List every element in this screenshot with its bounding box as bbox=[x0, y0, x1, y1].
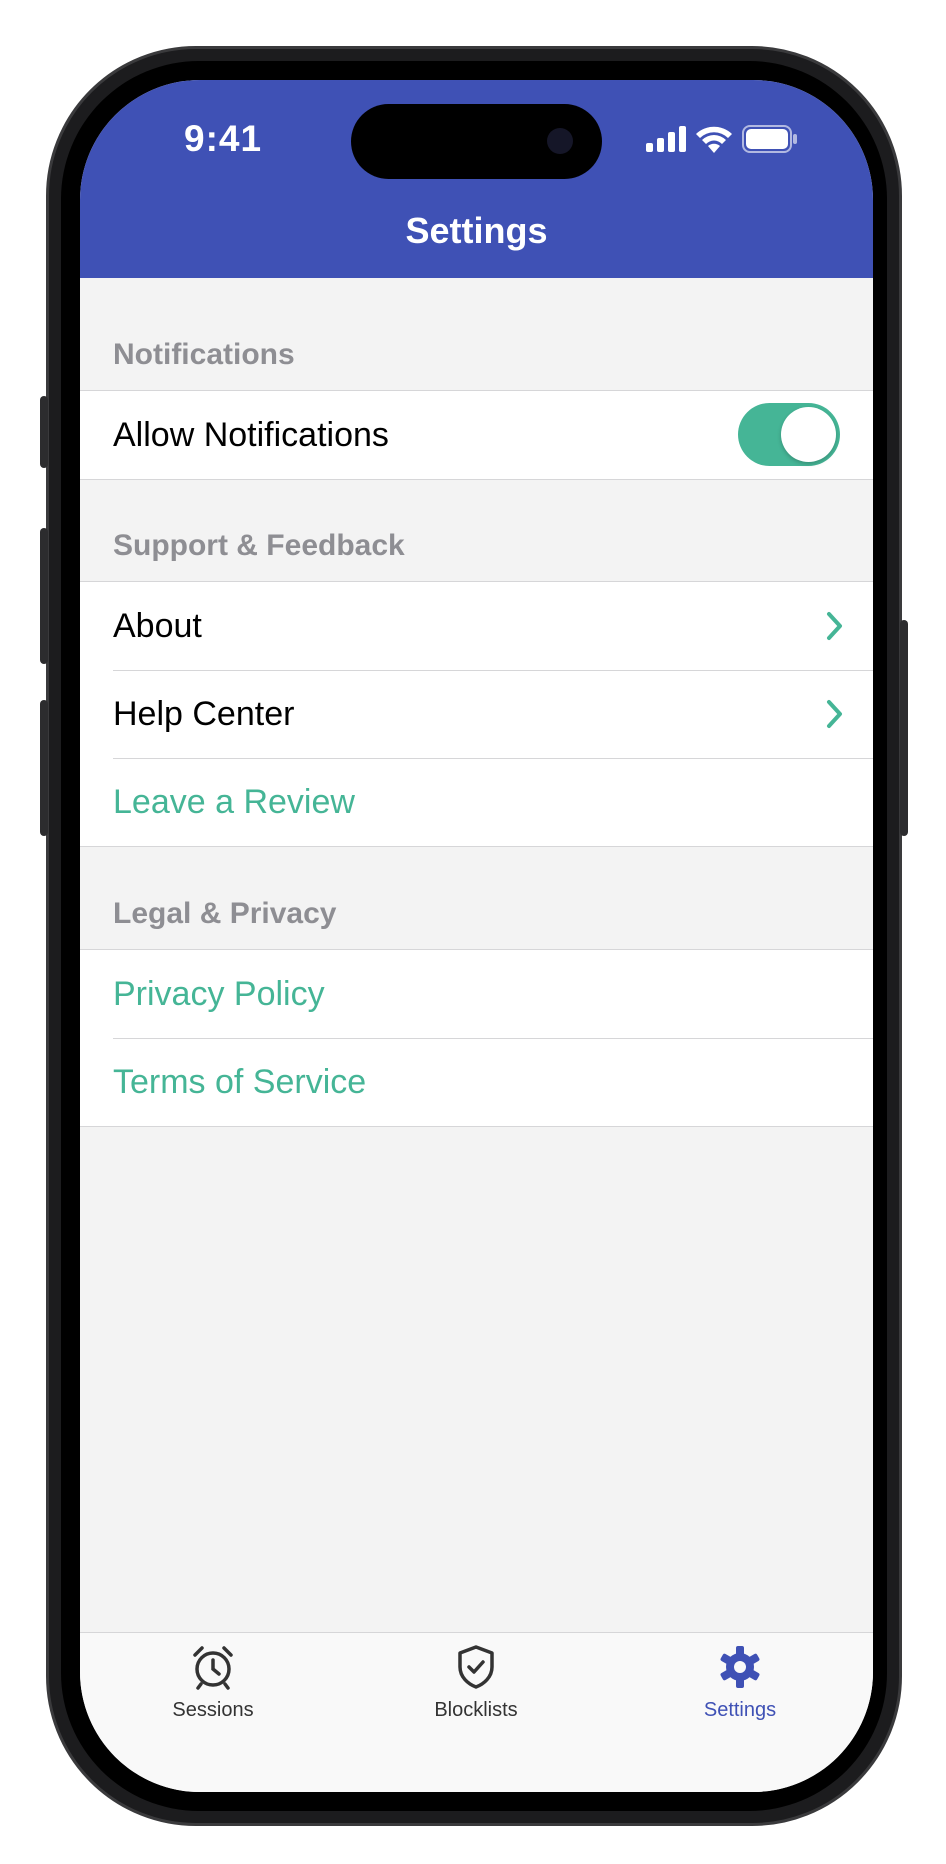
row-label: Allow Notifications bbox=[113, 415, 389, 454]
chevron-right-icon bbox=[827, 612, 842, 640]
tab-label: Blocklists bbox=[434, 1699, 518, 1721]
row-terms-of-service[interactable]: Terms of Service bbox=[80, 1038, 873, 1126]
status-time: 9:41 bbox=[184, 118, 263, 159]
dynamic-island bbox=[351, 104, 602, 179]
group-legal: Privacy Policy Terms of Service bbox=[80, 949, 873, 1127]
tab-sessions[interactable]: Sessions bbox=[113, 1643, 313, 1722]
toggle-knob bbox=[781, 407, 836, 462]
cellular-signal-icon bbox=[646, 126, 686, 152]
shield-check-icon bbox=[458, 1645, 494, 1689]
group-notifications: Allow Notifications bbox=[80, 390, 873, 480]
section-label-support: Support & Feedback bbox=[113, 529, 405, 562]
row-about[interactable]: About bbox=[80, 582, 873, 670]
alarm-clock-icon bbox=[193, 1646, 233, 1690]
nav-header: 9:41 Settings bbox=[80, 80, 873, 278]
battery-icon bbox=[742, 125, 797, 153]
tab-label: Settings bbox=[703, 1699, 777, 1721]
screen: 9:41 Settings Notifications Allow Notifi… bbox=[80, 80, 873, 1792]
status-icons bbox=[646, 124, 798, 154]
wifi-icon bbox=[696, 126, 732, 153]
camera-icon bbox=[547, 128, 573, 154]
tab-label: Sessions bbox=[172, 1699, 254, 1721]
side-button-power bbox=[900, 620, 908, 836]
side-button-volume-up bbox=[40, 528, 48, 664]
gear-icon bbox=[720, 1646, 760, 1688]
side-button-volume-down bbox=[40, 700, 48, 836]
tab-blocklists[interactable]: Blocklists bbox=[376, 1643, 576, 1722]
page-title: Settings bbox=[405, 210, 548, 251]
side-button-action bbox=[40, 396, 48, 468]
group-support: About Help Center Leave a Review bbox=[80, 581, 873, 847]
tab-settings[interactable]: Settings bbox=[640, 1643, 840, 1722]
row-label: About bbox=[113, 606, 202, 645]
row-privacy-policy[interactable]: Privacy Policy bbox=[80, 950, 873, 1038]
terms-of-service-link[interactable]: Terms of Service bbox=[113, 1063, 366, 1102]
section-label-notifications: Notifications bbox=[113, 338, 295, 371]
row-label: Help Center bbox=[113, 694, 295, 733]
row-help-center[interactable]: Help Center bbox=[80, 670, 873, 758]
chevron-right-icon bbox=[827, 700, 842, 728]
leave-review-link[interactable]: Leave a Review bbox=[113, 783, 355, 822]
section-label-legal: Legal & Privacy bbox=[113, 897, 337, 930]
row-leave-review[interactable]: Leave a Review bbox=[80, 758, 873, 846]
notifications-toggle[interactable] bbox=[738, 403, 840, 466]
privacy-policy-link[interactable]: Privacy Policy bbox=[113, 975, 325, 1014]
tab-bar: Sessions Blocklists Settings bbox=[80, 1632, 873, 1792]
row-allow-notifications: Allow Notifications bbox=[80, 391, 873, 479]
